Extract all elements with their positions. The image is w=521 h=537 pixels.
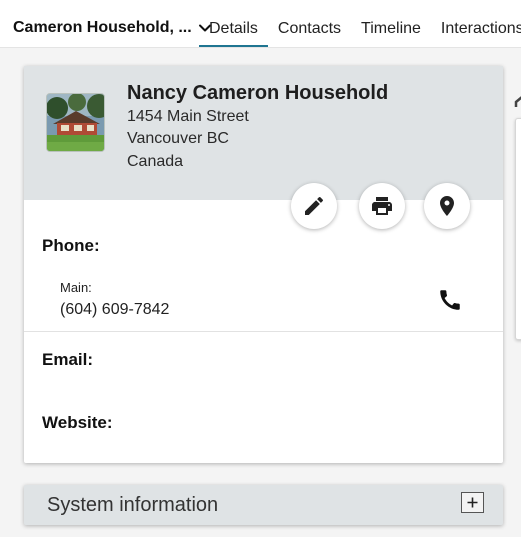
- expand-button[interactable]: [461, 492, 484, 513]
- address-country: Canada: [127, 153, 184, 170]
- phone-label: Phone:: [42, 236, 100, 255]
- system-information-section[interactable]: System information: [24, 485, 503, 525]
- tab-interactions[interactable]: Interactions: [431, 0, 521, 48]
- map-button[interactable]: [424, 183, 470, 229]
- tab-contacts[interactable]: Contacts: [268, 0, 351, 48]
- tab-timeline[interactable]: Timeline: [351, 0, 431, 48]
- printer-icon: [372, 197, 392, 215]
- address-street: 1454 Main Street: [127, 108, 249, 125]
- side-panel-edge: [515, 118, 521, 340]
- edit-button[interactable]: [291, 183, 337, 229]
- print-button[interactable]: [359, 183, 405, 229]
- plus-icon: [467, 497, 478, 508]
- phone-number[interactable]: (604) 609-7842: [60, 301, 169, 319]
- tab-list: Details Contacts Timeline Interactions: [199, 0, 521, 48]
- map-pin-icon: [440, 196, 454, 216]
- household-card-header: Nancy Cameron Household 1454 Main Street…: [24, 66, 503, 200]
- household-selector-label: Cameron Household, ...: [13, 19, 192, 36]
- section-divider: [24, 331, 503, 332]
- collapse-arrow-icon[interactable]: [513, 93, 521, 109]
- house-image: [47, 94, 104, 151]
- phone-icon: [440, 290, 460, 310]
- call-button[interactable]: [434, 284, 466, 316]
- tab-bar-divider: [0, 47, 521, 48]
- household-card: Nancy Cameron Household 1454 Main Street…: [24, 66, 503, 463]
- household-name: Nancy Cameron Household: [127, 82, 389, 104]
- household-photo: [46, 93, 105, 152]
- system-information-title: System information: [47, 494, 219, 516]
- phone-type-label: Main:: [60, 280, 92, 295]
- website-label: Website:: [42, 413, 113, 432]
- address-city: Vancouver BC: [127, 130, 229, 147]
- email-label: Email:: [42, 350, 94, 369]
- household-selector[interactable]: Cameron Household, ...: [13, 17, 212, 39]
- pencil-icon: [305, 196, 324, 215]
- tab-details[interactable]: Details: [199, 0, 268, 48]
- top-tab-bar: Cameron Household, ... Details Contacts …: [0, 0, 521, 48]
